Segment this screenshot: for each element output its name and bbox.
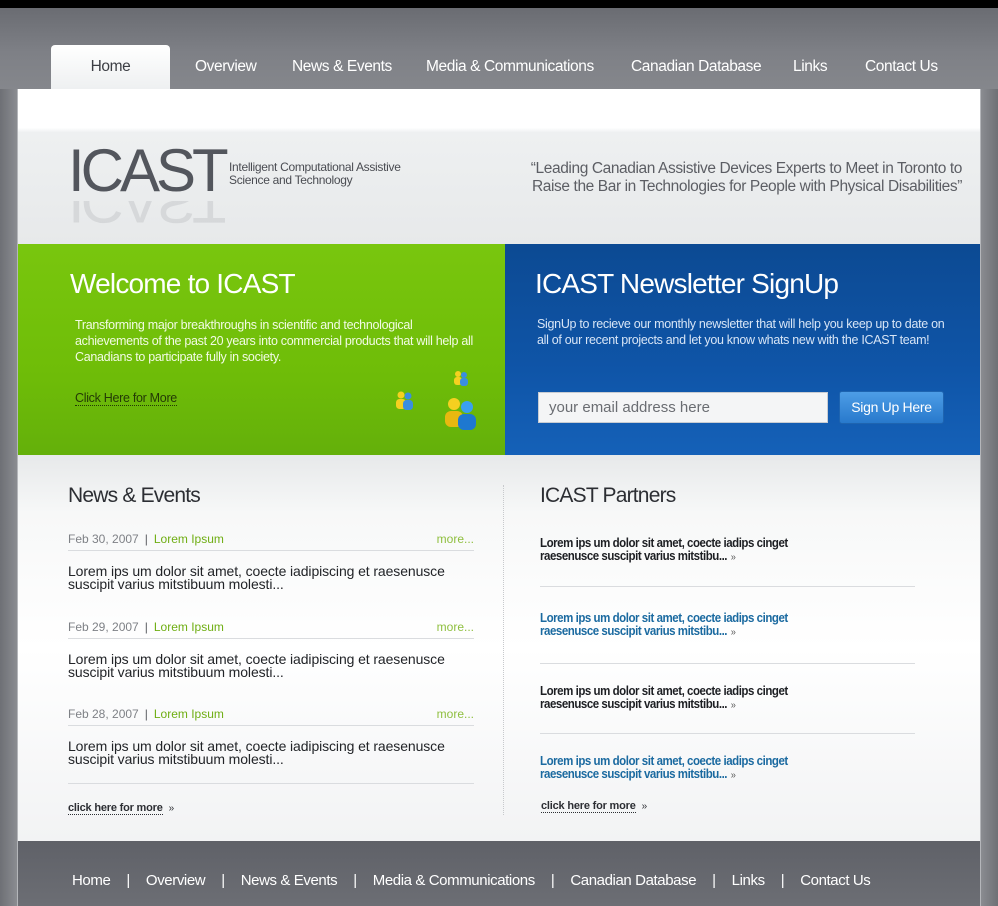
quote-line-2: Raise the Bar in Technologies for People…: [532, 178, 962, 195]
column-divider: [503, 485, 504, 815]
news-more-link[interactable]: more...: [437, 531, 474, 547]
news-more-link[interactable]: more...: [437, 706, 474, 722]
welcome-title: Welcome to ICAST: [70, 268, 296, 299]
news-category[interactable]: Lorem Ipsum: [154, 707, 224, 721]
nav-item-canadian-database[interactable]: Canadian Database: [631, 45, 762, 89]
news-date: Feb 30, 2007: [68, 532, 139, 546]
arrow-icon: »: [730, 700, 736, 711]
news-item: Feb 28, 2007 | Lorem Ipsum more... Lorem i…: [68, 706, 474, 766]
page: Home Overview News & Events Media & Comm…: [0, 0, 998, 906]
footer-link-contact-us[interactable]: Contact Us: [800, 872, 871, 889]
welcome-body: Transforming major breakthroughs in scie…: [75, 318, 473, 364]
signup-button[interactable]: Sign Up Here: [839, 391, 944, 424]
quote-line-1: “Leading Canadian Assistive Devices Expe…: [530, 160, 963, 177]
newsletter-panel: ICAST Newsletter SignUp SignUp to reciev…: [505, 244, 980, 455]
newsletter-title: ICAST Newsletter SignUp: [535, 268, 839, 299]
news-body: Lorem ips um dolor sit amet, coecte iadi…: [68, 651, 445, 680]
logo[interactable]: ICAST: [68, 141, 229, 201]
people-icon: [396, 391, 413, 410]
footer-link-home[interactable]: Home: [72, 872, 111, 889]
nav-item-media-communications[interactable]: Media & Communications: [426, 45, 594, 89]
top-black-bar: [0, 0, 998, 8]
news-meta: Feb 29, 2007 | Lorem Ipsum more...: [68, 619, 474, 639]
newsletter-body: SignUp to recieve our monthly newsletter…: [537, 317, 945, 347]
welcome-more-link[interactable]: Click Here for More: [75, 391, 177, 406]
news-meta: Feb 30, 2007 | Lorem Ipsum more...: [68, 531, 474, 551]
content-area: News & Events ICAST Partners Feb 30, 200…: [18, 455, 980, 841]
people-icon: [445, 398, 476, 430]
nav-item-home[interactable]: Home: [51, 45, 170, 89]
header-quote: “Leading Canadian Assistive Devices Expe…: [492, 160, 963, 196]
news-category[interactable]: Lorem Ipsum: [154, 620, 224, 634]
nav-item-links[interactable]: Links: [793, 45, 828, 89]
people-icon: [454, 371, 468, 386]
partner-item[interactable]: Lorem ips um dolor sit amet, coecte iadi…: [540, 612, 816, 639]
news-item: Feb 29, 2007 | Lorem Ipsum more... Lorem i…: [68, 619, 474, 679]
partners-click-more-link[interactable]: click here for more»: [541, 800, 648, 813]
footer-navigation: Home | Overview | News & Events | Media & Comm…: [72, 872, 871, 889]
top-navigation: Home Overview News & Events Media & Comm…: [0, 8, 998, 89]
news-date: Feb 29, 2007: [68, 620, 139, 634]
news-category[interactable]: Lorem Ipsum: [154, 532, 224, 546]
arrow-icon: »: [730, 552, 736, 563]
partner-divider: [540, 733, 915, 734]
welcome-panel: Welcome to ICAST Transforming major brea…: [18, 244, 505, 455]
news-events-title: News & Events: [68, 484, 201, 507]
arrow-icon: »: [730, 770, 736, 781]
news-meta: Feb 28, 2007 | Lorem Ipsum more...: [68, 706, 474, 726]
news-body: Lorem ips um dolor sit amet, coecte iadi…: [68, 738, 445, 767]
nav-item-contact-us[interactable]: Contact Us: [865, 45, 938, 89]
news-date: Feb 28, 2007: [68, 707, 139, 721]
partner-item[interactable]: Lorem ips um dolor sit amet, coecte iadi…: [540, 755, 816, 782]
partner-divider: [540, 663, 915, 664]
nav-item-news-events[interactable]: News & Events: [292, 45, 392, 89]
tagline-line-2: Science and Technology: [229, 173, 353, 187]
news-click-more-link[interactable]: click here for more»: [68, 802, 175, 815]
nav-item-overview[interactable]: Overview: [195, 45, 257, 89]
logo-reflection: ICAST: [68, 201, 225, 231]
arrow-icon: »: [641, 801, 648, 812]
footer-link-links[interactable]: Links: [732, 872, 765, 889]
news-item: Feb 30, 2007 | Lorem Ipsum more... Lorem i…: [68, 531, 474, 591]
email-input[interactable]: [538, 392, 828, 423]
partners-title: ICAST Partners: [540, 484, 676, 507]
news-body: Lorem ips um dolor sit amet, coecte iadi…: [68, 563, 445, 592]
partner-item[interactable]: Lorem ips um dolor sit amet, coecte iadi…: [540, 537, 816, 564]
arrow-icon: »: [730, 627, 736, 638]
header: ICAST ICAST Intelligent Computational As…: [18, 89, 980, 244]
footer-link-media-communications[interactable]: Media & Communications: [373, 872, 536, 889]
partner-divider: [540, 586, 915, 587]
tagline: Intelligent Computational Assistive Scie…: [229, 161, 449, 187]
arrow-icon: »: [168, 803, 175, 814]
footer-link-overview[interactable]: Overview: [146, 872, 206, 889]
footer-link-canadian-database[interactable]: Canadian Database: [570, 872, 696, 889]
footer: Home | Overview | News & Events | Media & Comm…: [18, 841, 980, 906]
partner-item[interactable]: Lorem ips um dolor sit amet, coecte iadi…: [540, 685, 816, 712]
footer-link-news-events[interactable]: News & Events: [241, 872, 338, 889]
news-divider: [68, 783, 474, 784]
news-more-link[interactable]: more...: [437, 619, 474, 635]
